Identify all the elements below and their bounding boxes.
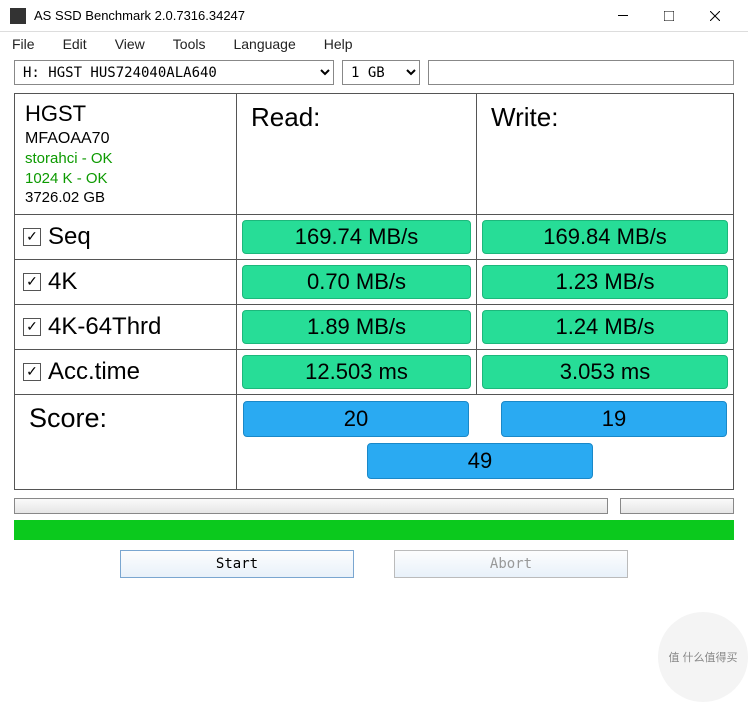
4k-checkbox[interactable]: ✓ [23, 273, 41, 291]
close-button[interactable] [692, 1, 738, 31]
drive-select[interactable]: H: HGST HUS724040ALA640 [14, 60, 334, 85]
4k-label: 4K [48, 268, 77, 296]
menubar: File Edit View Tools Language Help [0, 32, 748, 56]
menu-file[interactable]: File [12, 36, 35, 52]
4k-write: 1.23 MB/s [482, 265, 728, 299]
header-read: Read: [237, 94, 477, 214]
seq-read: 169.74 MB/s [242, 220, 471, 254]
abort-button: Abort [394, 550, 628, 578]
seq-write: 169.84 MB/s [482, 220, 728, 254]
start-button[interactable]: Start [120, 550, 354, 578]
acc-label: Acc.time [48, 358, 140, 386]
maximize-button[interactable] [646, 1, 692, 31]
acc-write: 3.053 ms [482, 355, 728, 389]
watermark: 值 什么值得买 [658, 612, 748, 702]
score-label: Score: [15, 395, 237, 489]
size-select[interactable]: 1 GB [342, 60, 420, 85]
header-write: Write: [477, 94, 733, 214]
results-grid: HGST MFAOAA70 storahci - OK 1024 K - OK … [14, 93, 734, 490]
progress-sub [620, 498, 734, 514]
menu-tools[interactable]: Tools [173, 36, 206, 52]
filter-input[interactable] [428, 60, 734, 85]
window-title: AS SSD Benchmark 2.0.7316.34247 [34, 8, 600, 23]
menu-help[interactable]: Help [324, 36, 353, 52]
minimize-button[interactable] [600, 1, 646, 31]
menu-language[interactable]: Language [233, 36, 295, 52]
device-info: HGST MFAOAA70 storahci - OK 1024 K - OK … [15, 94, 237, 214]
menu-view[interactable]: View [115, 36, 145, 52]
seq-label: Seq [48, 223, 91, 251]
4k64-read: 1.89 MB/s [242, 310, 471, 344]
progress-main [14, 498, 608, 514]
score-total: 49 [367, 443, 593, 479]
4k64-write: 1.24 MB/s [482, 310, 728, 344]
app-icon [10, 8, 26, 24]
score-write: 19 [501, 401, 727, 437]
acc-checkbox[interactable]: ✓ [23, 363, 41, 381]
4k-read: 0.70 MB/s [242, 265, 471, 299]
4k64-label: 4K-64Thrd [48, 313, 161, 341]
seq-checkbox[interactable]: ✓ [23, 228, 41, 246]
4k64-checkbox[interactable]: ✓ [23, 318, 41, 336]
menu-edit[interactable]: Edit [63, 36, 87, 52]
score-read: 20 [243, 401, 469, 437]
progress-total [14, 520, 734, 540]
acc-read: 12.503 ms [242, 355, 471, 389]
